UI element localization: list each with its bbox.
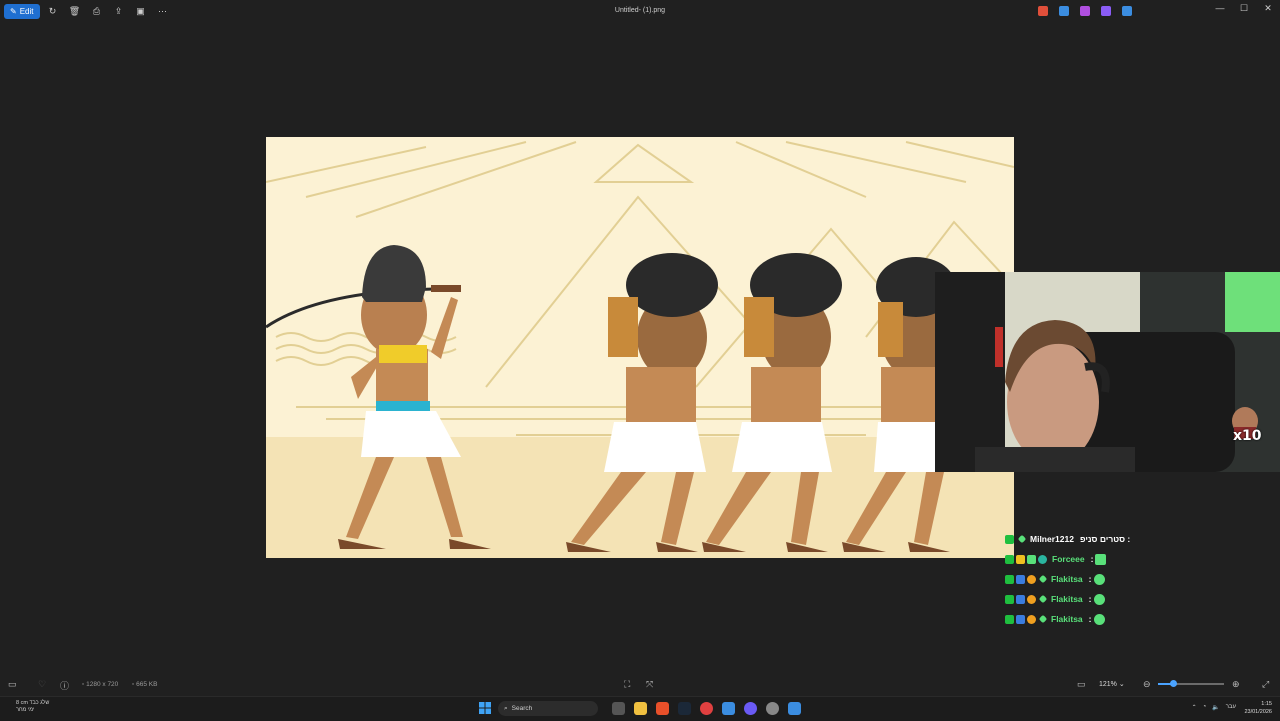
mod-badge-icon bbox=[1016, 614, 1025, 624]
gallery-icon[interactable] bbox=[1101, 6, 1111, 16]
discord-icon[interactable] bbox=[744, 702, 757, 715]
task-view-icon[interactable] bbox=[612, 702, 625, 715]
colorful-app-icon[interactable] bbox=[1038, 6, 1048, 16]
clock[interactable]: 1:15 23/01/2026 bbox=[1244, 700, 1272, 716]
fit-window-icon[interactable]: ▭ bbox=[1077, 679, 1086, 690]
taskbar-apps bbox=[612, 702, 801, 715]
taskbar: 8 cm שלג כבד ימי מחר ⌕ Search ⌃ ◔ 🔈 עבר … bbox=[0, 696, 1280, 721]
windows-start-icon[interactable] bbox=[479, 702, 491, 714]
maximize-icon[interactable]: ☐ bbox=[1232, 3, 1256, 14]
diamond-badge-icon bbox=[1038, 574, 1048, 584]
fullscreen-icon[interactable]: ⤢ bbox=[1262, 679, 1269, 690]
chat-emote-icon bbox=[1093, 613, 1105, 625]
steam-icon[interactable] bbox=[678, 702, 691, 715]
kick-badge-icon bbox=[1005, 554, 1014, 564]
filmstrip-icon[interactable]: ▭ bbox=[8, 679, 17, 690]
onedrive-icon[interactable] bbox=[1122, 6, 1132, 16]
copilot-icon[interactable] bbox=[1080, 6, 1090, 16]
chat-line: Forceee : bbox=[1005, 549, 1275, 569]
zoom-in-icon[interactable]: ⊕ bbox=[1232, 679, 1240, 690]
zoom-level[interactable]: 121% ⌄ bbox=[1099, 680, 1125, 688]
photos-icon[interactable] bbox=[788, 702, 801, 715]
verified-badge-icon bbox=[1038, 554, 1047, 564]
image-canvas[interactable] bbox=[266, 137, 1014, 558]
diamond-badge-icon bbox=[1038, 614, 1048, 624]
dimensions-text: 1280 x 720 bbox=[86, 681, 119, 688]
chat-username: Flakitsa bbox=[1051, 614, 1083, 624]
image-dimensions: ▫ 1280 x 720 bbox=[82, 681, 119, 688]
chat-emote-icon bbox=[1093, 573, 1105, 585]
zoom-out-icon[interactable]: ⊖ bbox=[1143, 679, 1151, 690]
wifi-icon[interactable]: ◔ bbox=[1203, 704, 1207, 711]
weather-subtext: ימי מחר bbox=[16, 707, 35, 713]
pen-icon[interactable] bbox=[1059, 6, 1069, 16]
volume-icon[interactable]: 🔈 bbox=[1212, 704, 1219, 711]
chevron-up-icon[interactable]: ⌃ bbox=[1192, 704, 1197, 711]
webcam-feed bbox=[935, 272, 1280, 472]
extension-icons bbox=[1038, 6, 1132, 16]
chat-message: : bbox=[1088, 594, 1092, 604]
kick-badge-icon bbox=[1005, 614, 1014, 624]
zoom-slider[interactable] bbox=[1158, 680, 1224, 687]
fit-screen-icon[interactable]: ⛶ bbox=[624, 679, 630, 690]
mod-badge-icon bbox=[1016, 574, 1025, 584]
sub-badge-icon bbox=[1027, 574, 1036, 584]
chat-username: Flakitsa bbox=[1051, 594, 1083, 604]
zoom-text: 121% bbox=[1099, 681, 1117, 688]
clock-date: 23/01/2026 bbox=[1244, 709, 1272, 715]
webcam-overlay bbox=[935, 272, 1280, 472]
chat-message: : bbox=[1090, 554, 1094, 564]
app-icon[interactable] bbox=[700, 702, 713, 715]
chat-message: סטרים סניפ : bbox=[1079, 534, 1131, 544]
close-icon[interactable]: ✕ bbox=[1256, 3, 1280, 14]
favorite-icon[interactable]: ♡ bbox=[38, 679, 46, 690]
chat-overlay: Milner1212 סטרים סניפ : Forceee : Flakit… bbox=[1005, 529, 1275, 629]
mod-badge-icon bbox=[1016, 594, 1025, 604]
chat-line: Flakitsa : bbox=[1005, 589, 1275, 609]
weather-widget[interactable]: 8 cm שלג כבד ימי מחר bbox=[16, 700, 49, 714]
brave-icon[interactable] bbox=[656, 702, 669, 715]
settings-icon[interactable] bbox=[766, 702, 779, 715]
kick-badge-icon bbox=[1005, 574, 1014, 584]
system-tray: ⌃ ◔ 🔈 עבר bbox=[1192, 704, 1236, 711]
clock-time: 1:15 bbox=[1261, 701, 1272, 707]
file-size: ▫ 665 KB bbox=[132, 681, 158, 688]
kick-badge-icon bbox=[1005, 534, 1014, 544]
diamond-badge-icon bbox=[1017, 534, 1027, 544]
emote-count: x10 bbox=[1233, 428, 1262, 444]
sub-badge-icon bbox=[1016, 554, 1025, 564]
title-bar: ✎ Edit ↻ 🗑 ⎙ ⇪ ▣ ⋯ Untitled- (1).png — ☐… bbox=[0, 0, 1280, 24]
search-icon: ⌕ bbox=[504, 704, 508, 712]
sub-badge-icon bbox=[1027, 614, 1036, 624]
chat-username: Flakitsa bbox=[1051, 574, 1083, 584]
info-icon[interactable]: ⓘ bbox=[60, 679, 69, 692]
chat-line: Flakitsa : bbox=[1005, 609, 1275, 629]
chat-line: Milner1212 סטרים סניפ : bbox=[1005, 529, 1275, 549]
actual-size-icon[interactable]: ⤧ bbox=[646, 679, 653, 690]
sub-badge-icon bbox=[1027, 594, 1036, 604]
chat-username: Forceee bbox=[1052, 554, 1085, 564]
file-size-text: 665 KB bbox=[136, 681, 158, 688]
kick-badge-icon bbox=[1005, 594, 1014, 604]
chat-username: Milner1212 bbox=[1030, 534, 1074, 544]
chat-emote-icon bbox=[1093, 593, 1105, 605]
chat-message: : bbox=[1088, 574, 1092, 584]
search-placeholder: Search bbox=[511, 705, 533, 712]
file-explorer-icon[interactable] bbox=[634, 702, 647, 715]
status-bar: ▭ ♡ ⓘ ▫ 1280 x 720 ▫ 665 KB ⛶ ⤧ ▭ ⊖ ⊕ ⤢ bbox=[0, 676, 1280, 694]
taskbar-search[interactable]: ⌕ Search bbox=[498, 701, 598, 716]
diamond-badge-icon bbox=[1038, 594, 1048, 604]
lang-indicator[interactable]: עבר bbox=[1226, 704, 1236, 711]
chat-emote-icon bbox=[1095, 553, 1107, 565]
window-controls: — ☐ ✕ bbox=[1208, 3, 1280, 14]
gift-badge-icon bbox=[1027, 554, 1036, 564]
app-icon[interactable] bbox=[722, 702, 735, 715]
weather-text: 8 cm שלג כבד bbox=[16, 700, 50, 706]
chat-line: Flakitsa : bbox=[1005, 569, 1275, 589]
zoom-slider-knob[interactable] bbox=[1169, 680, 1177, 687]
minimize-icon[interactable]: — bbox=[1208, 3, 1232, 14]
egypt-illustration bbox=[266, 137, 1014, 558]
chat-message: : bbox=[1088, 614, 1092, 624]
